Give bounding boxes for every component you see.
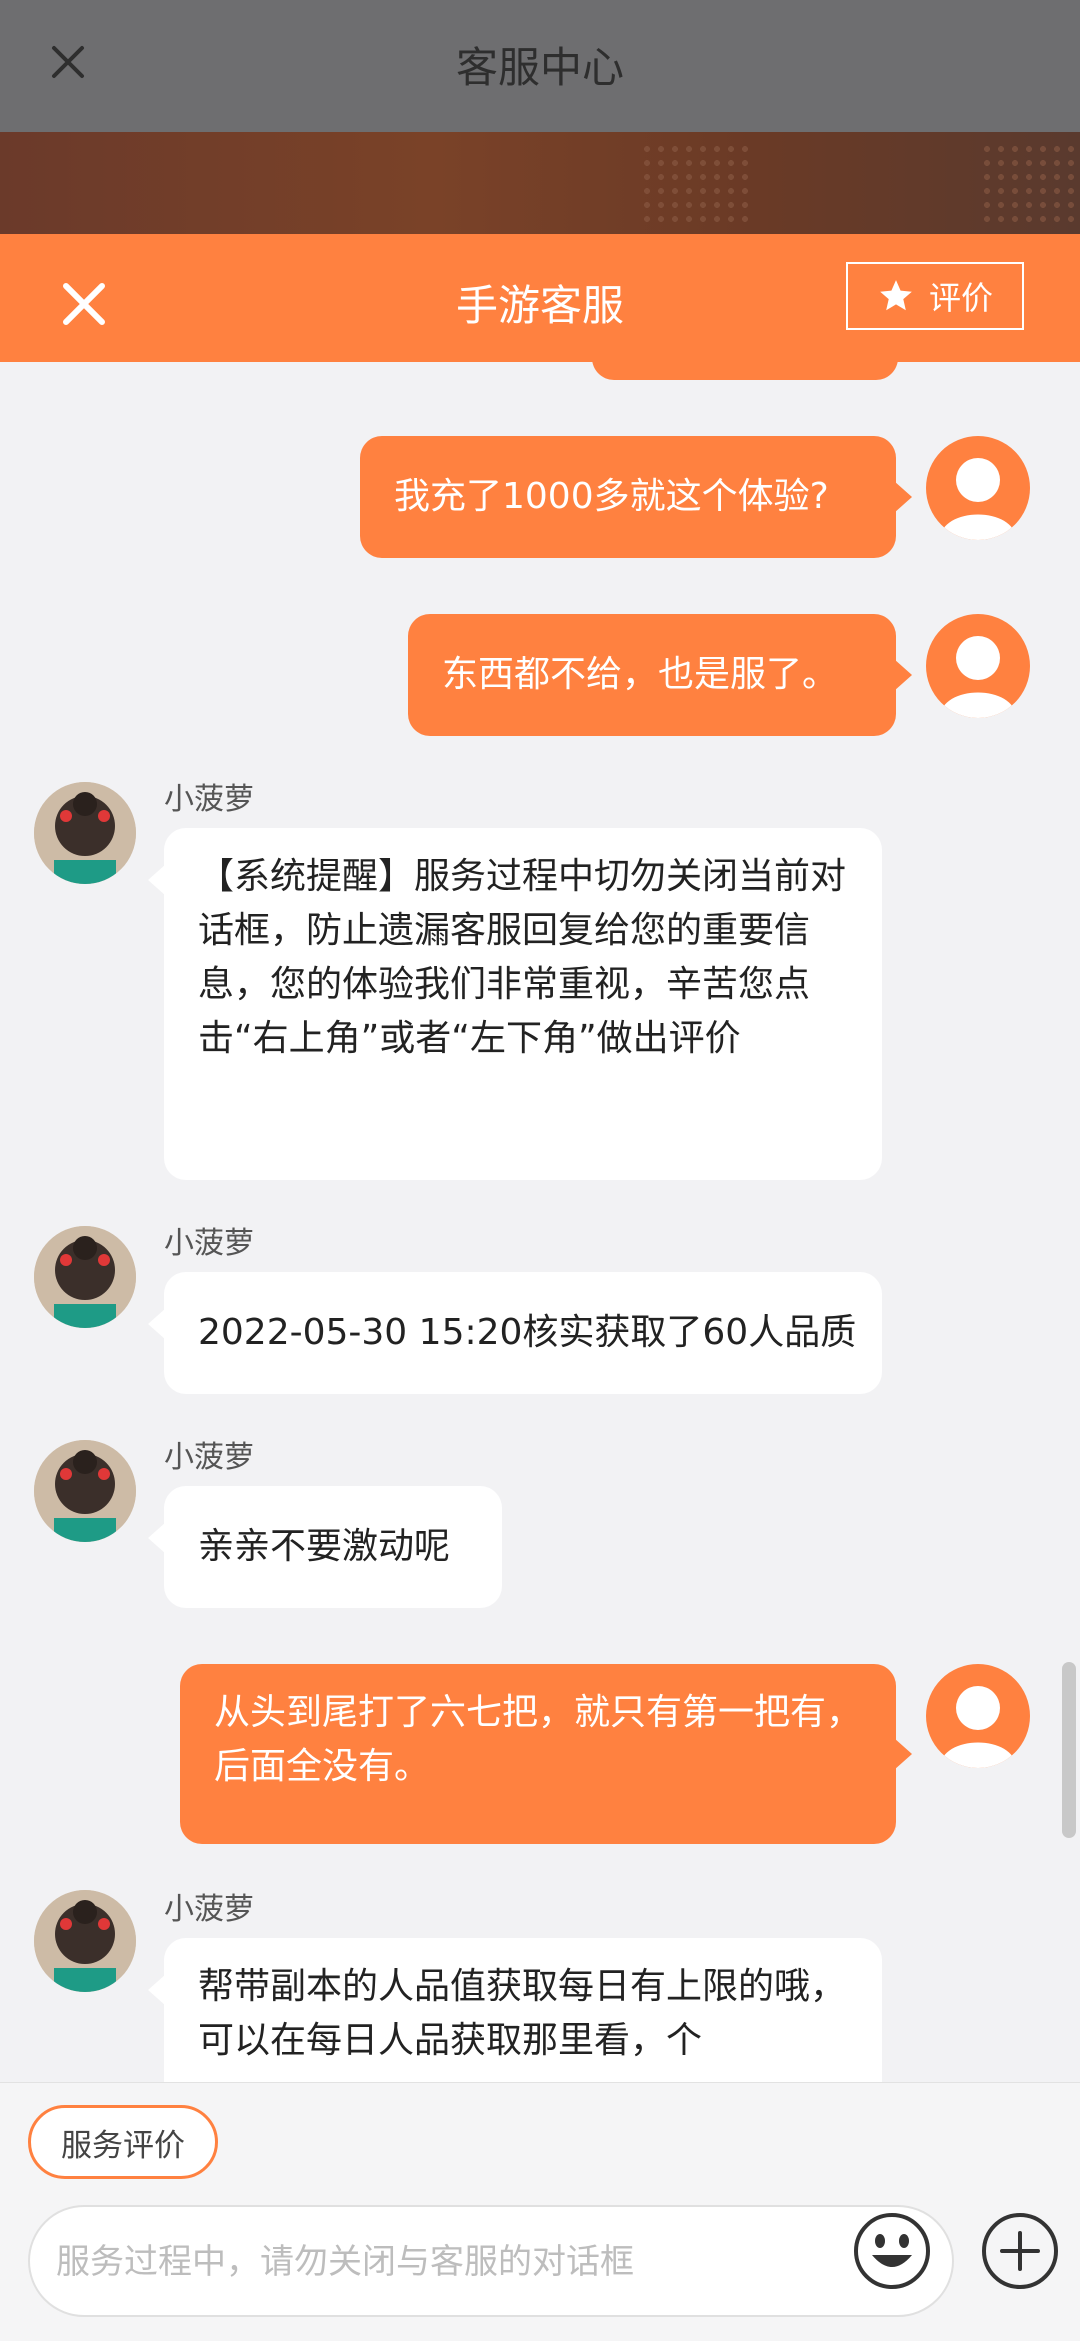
service-rating-button[interactable]: 服务评价 (28, 2105, 218, 2179)
emoji-icon[interactable] (852, 2211, 932, 2291)
agent-name: 小菠萝 (164, 1226, 254, 1261)
page-title: 客服中心 (455, 43, 624, 92)
star-icon (880, 280, 912, 311)
agent-message: 【系统提醒】服务过程中切勿关闭当前对话框，防止遗漏客服回复给您的重要信息，您的体… (148, 828, 882, 1180)
user-avatar-icon[interactable] (926, 436, 1030, 540)
user-message: 东西都不给，也是服了。 (408, 614, 912, 736)
agent-message: 亲亲不要激动呢 (148, 1486, 502, 1608)
agent-avatar[interactable] (34, 782, 136, 884)
plus-icon[interactable] (980, 2211, 1060, 2291)
agent-name: 小菠萝 (164, 1892, 254, 1927)
message-input[interactable] (54, 2233, 858, 2291)
banner-decoration (640, 142, 750, 222)
user-avatar-icon[interactable] (926, 1664, 1030, 1768)
page-header: 客服中心 (0, 0, 1080, 132)
agent-avatar[interactable] (34, 1890, 136, 1992)
banner-background (0, 132, 1080, 234)
agent-avatar[interactable] (34, 1226, 136, 1328)
agent-name: 小菠萝 (164, 1440, 254, 1475)
user-message: 我充了1000多就这个体验? (360, 436, 912, 558)
agent-name: 小菠萝 (164, 782, 254, 817)
user-avatar-icon[interactable] (926, 614, 1030, 718)
user-message: 从头到尾打了六七把，就只有第一把有，后面全没有。 (180, 1664, 912, 1844)
agent-message: 2022-05-30 15:20核实获取了60人品质 (148, 1272, 882, 1394)
message-input-container[interactable] (28, 2205, 954, 2317)
scrollbar[interactable] (1062, 1662, 1076, 1838)
agent-avatar[interactable] (34, 1440, 136, 1542)
message-list[interactable]: 我充了1000多就这个体验? 东西都不给，也是服了。 小菠萝 【系统提醒】服务过… (0, 362, 1080, 2082)
agent-message: 帮带副本的人品值获取每日有上限的哦，可以在每日人品获取那里看，个 (148, 1938, 882, 2082)
partial-message-bubble (592, 362, 898, 380)
chat-header: 手游客服 评价 (0, 234, 1080, 362)
input-area: 服务评价 (0, 2082, 1080, 2341)
rate-label: 评价 (928, 279, 993, 317)
rate-button[interactable]: 评价 (846, 262, 1024, 330)
banner-decoration (980, 142, 1080, 222)
